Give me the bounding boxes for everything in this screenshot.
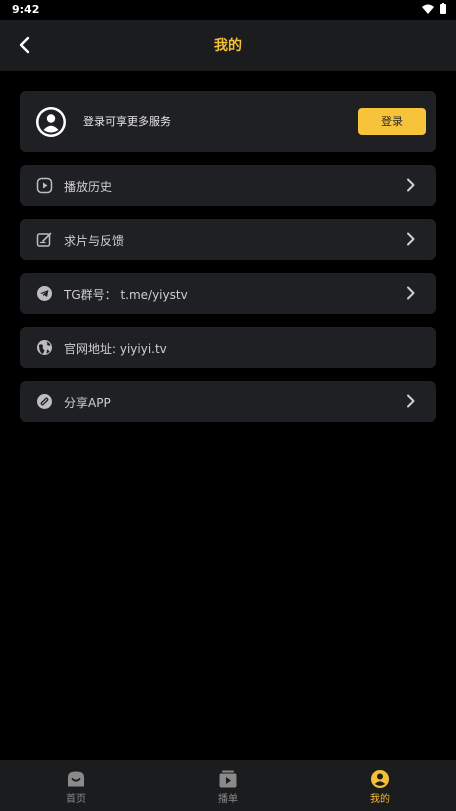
tab-label: 我的 bbox=[370, 794, 390, 805]
share-link-icon bbox=[37, 394, 52, 409]
telegram-icon bbox=[37, 286, 52, 301]
app-bar: 我的 bbox=[0, 20, 456, 71]
wifi-icon bbox=[422, 4, 434, 14]
avatar-icon bbox=[36, 107, 66, 137]
home-icon bbox=[68, 771, 84, 787]
menu-item-label: 播放历史 bbox=[64, 180, 113, 194]
menu-item-label: 分享APP bbox=[64, 396, 111, 410]
menu-item-feedback[interactable]: 求片与反馈 bbox=[20, 219, 436, 260]
login-card: 登录可享更多服务 登录 bbox=[20, 91, 436, 152]
chevron-right-icon bbox=[407, 286, 415, 300]
menu-item-telegram[interactable]: TG群号： t.me/yiystv bbox=[20, 273, 436, 314]
menu-item-share-app[interactable]: 分享APP bbox=[20, 381, 436, 422]
tab-playlist[interactable]: 播单 bbox=[198, 769, 258, 805]
status-bar: 9:42 bbox=[0, 0, 456, 20]
chevron-right-icon bbox=[407, 394, 415, 408]
page-title: 我的 bbox=[214, 38, 242, 54]
chevron-right-icon bbox=[407, 232, 415, 246]
tab-home[interactable]: 首页 bbox=[46, 769, 106, 805]
edit-feedback-icon bbox=[36, 232, 52, 247]
menu-item-play-history[interactable]: 播放历史 bbox=[20, 165, 436, 206]
bottom-tab-bar: 首页 播单 我的 bbox=[0, 760, 456, 811]
menu-item-label: TG群号： t.me/yiystv bbox=[64, 288, 188, 302]
menu-item-website[interactable]: 官网地址: yiyiyi.tv bbox=[20, 327, 436, 368]
login-prompt: 登录可享更多服务 bbox=[83, 115, 171, 128]
status-time: 9:42 bbox=[12, 3, 40, 16]
menu-item-label: 官网地址: yiyiyi.tv bbox=[64, 342, 167, 356]
login-button[interactable]: 登录 bbox=[358, 108, 426, 135]
tab-label: 播单 bbox=[218, 794, 238, 805]
chevron-right-icon bbox=[407, 178, 415, 192]
globe-icon bbox=[37, 340, 52, 355]
profile-icon bbox=[371, 770, 389, 788]
tab-label: 首页 bbox=[66, 794, 86, 805]
menu-item-label: 求片与反馈 bbox=[64, 234, 125, 248]
tab-profile[interactable]: 我的 bbox=[350, 769, 410, 805]
playlist-icon bbox=[219, 770, 237, 788]
play-history-icon bbox=[36, 177, 53, 194]
battery-icon bbox=[440, 3, 446, 14]
